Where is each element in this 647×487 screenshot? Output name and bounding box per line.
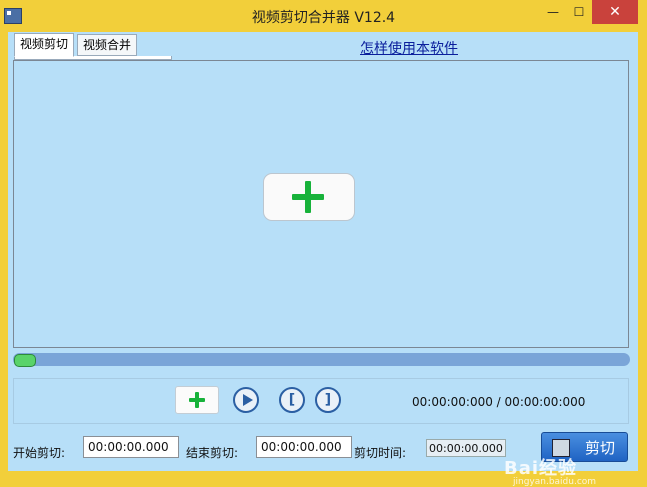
plus-icon bbox=[292, 181, 324, 213]
cut-duration-label: 剪切时间: bbox=[354, 446, 407, 460]
play-button[interactable] bbox=[233, 387, 259, 413]
title-bar[interactable]: 视频剪切合并器 V12.4 — ☐ ✕ bbox=[0, 0, 647, 32]
total-time: 00:00:00:000 bbox=[504, 395, 586, 409]
end-cut-input[interactable] bbox=[256, 436, 352, 458]
main-window: 视频剪切合并器 V12.4 — ☐ ✕ 视频剪切 视频合并 怎样使用本软件 [… bbox=[0, 0, 647, 487]
client-area: 视频剪切 视频合并 怎样使用本软件 [] 00:00:00:000 / 00:… bbox=[8, 32, 638, 487]
start-cut-label: 开始剪切: bbox=[13, 446, 66, 460]
tab-video-merge[interactable]: 视频合并 bbox=[77, 34, 138, 56]
control-panel: [ ] 00:00:00:000 / 00:00:00:000 bbox=[13, 378, 629, 424]
plus-icon bbox=[189, 392, 205, 408]
end-cut-label: 结束剪切: bbox=[186, 446, 239, 460]
start-cut-input[interactable] bbox=[83, 436, 179, 458]
add-file-button[interactable] bbox=[175, 386, 219, 414]
video-preview-area[interactable] bbox=[13, 60, 629, 348]
mark-in-button[interactable]: [ bbox=[279, 387, 305, 413]
playback-progress-bar[interactable] bbox=[13, 353, 630, 367]
play-icon bbox=[243, 394, 253, 406]
mark-out-button[interactable]: ] bbox=[315, 387, 341, 413]
baidu-watermark: Bai经验 bbox=[504, 458, 578, 479]
cut-duration-field bbox=[426, 439, 506, 457]
close-button[interactable]: ✕ bbox=[592, 0, 638, 24]
minimize-button[interactable]: — bbox=[540, 0, 566, 24]
help-link[interactable]: 怎样使用本软件 bbox=[360, 38, 458, 58]
time-readout: 00:00:00:000 / 00:00:00:000 bbox=[412, 395, 585, 409]
add-video-button[interactable] bbox=[263, 173, 355, 221]
progress-slider-handle[interactable] bbox=[14, 354, 36, 367]
tab-video-cut[interactable]: 视频剪切 bbox=[14, 33, 75, 57]
time-separator: / bbox=[496, 395, 501, 409]
maximize-button[interactable]: ☐ bbox=[566, 0, 592, 24]
current-time: 00:00:00:000 bbox=[412, 395, 493, 409]
